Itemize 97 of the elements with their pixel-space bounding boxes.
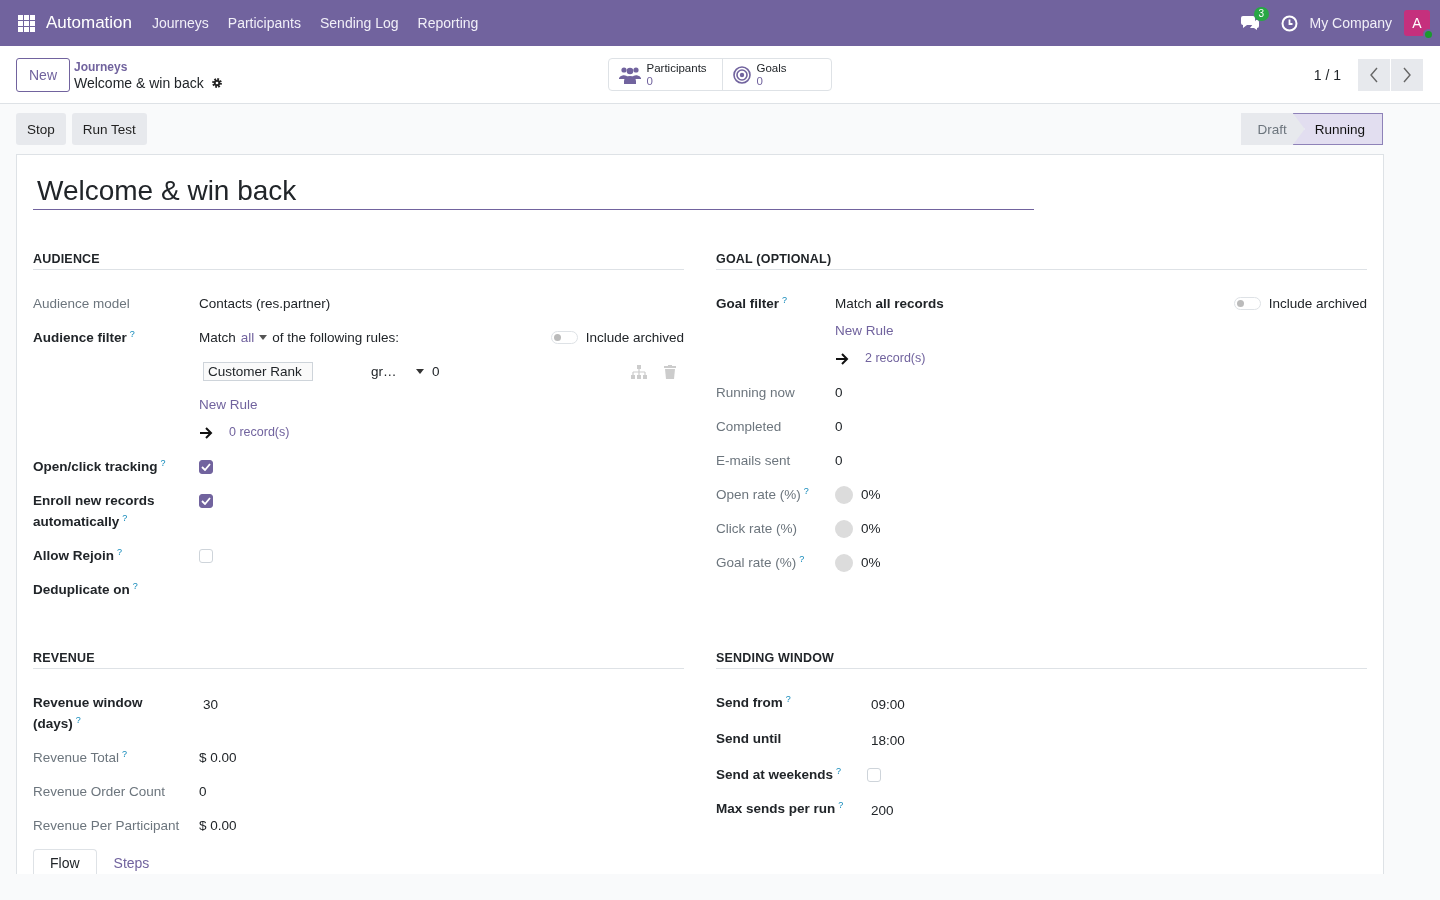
menu-item[interactable]: Reporting (417, 15, 479, 31)
field-label: Allow Rejoin $^{?}$ (33, 548, 123, 563)
progress-value: 0% (861, 486, 881, 504)
app-name[interactable]: Automation (46, 13, 132, 33)
toggle-switch[interactable] (1233, 297, 1261, 310)
target-icon (732, 65, 751, 84)
field-label: Goal filter $^{?}$ (716, 296, 789, 311)
field-label: Audience model (33, 296, 131, 311)
apps-menu-icon[interactable] (18, 14, 35, 32)
chevron-right-icon (1402, 66, 1412, 83)
menu-item[interactable]: Journeys (152, 15, 209, 31)
record-count-link[interactable]: 2 record(s) (865, 348, 926, 369)
field-label: Revenue Order Count (33, 784, 167, 799)
status-stage[interactable]: Draft (1241, 113, 1304, 145)
previous-button[interactable] (1358, 58, 1390, 91)
stat-button[interactable]: Goals 0 (721, 59, 831, 90)
pager-value: 1 / 1 (1313, 66, 1341, 83)
field-label: Revenue Per Participant (33, 818, 181, 833)
new-rule-link[interactable]: New Rule (835, 320, 1367, 341)
section-heading: AUDIENCE (33, 252, 684, 270)
progress-value: 0% (861, 554, 881, 572)
field-value: $ 0.00 (199, 750, 237, 765)
input-field[interactable]: 200 (871, 803, 894, 818)
input-field[interactable]: 30 (203, 697, 219, 712)
toggle-label: Include archived (1268, 295, 1367, 313)
field-label: Running now (716, 385, 796, 400)
field-label: Click rate (%) (716, 521, 798, 536)
section-heading: GOAL (OPTIONAL) (716, 252, 1367, 270)
match-text: of the following rules: (272, 329, 400, 347)
caret-down-icon (259, 335, 268, 340)
toggle-label: Include archived (585, 329, 684, 347)
record-count-link[interactable]: 0 record(s) (229, 422, 290, 443)
rule-value-field[interactable]: 0 (432, 361, 440, 382)
online-status-icon (1423, 29, 1434, 40)
menu-item[interactable]: Sending Log (319, 15, 399, 31)
section-heading: REVENUE (33, 651, 684, 669)
field-value: 0 (835, 419, 843, 434)
field-value: Contacts (res.partner) (199, 296, 331, 311)
delete-icon[interactable] (664, 364, 676, 379)
field-label: Enroll new records automatically $^{?}$ (33, 493, 155, 529)
toggle-switch[interactable] (550, 331, 578, 344)
new-button[interactable]: New (16, 57, 70, 92)
action-button[interactable]: Stop (16, 113, 66, 145)
field-label: Send at weekends $^{?}$ (716, 767, 843, 782)
notebook-tab[interactable]: Flow (33, 849, 97, 874)
clock-icon[interactable] (1280, 14, 1298, 32)
menu-item[interactable]: Participants (227, 15, 301, 31)
settings-icon[interactable] (210, 76, 223, 89)
people-icon (618, 65, 641, 84)
field-label: Deduplicate on $^{?}$ (33, 582, 139, 597)
match-text: Match all records (835, 295, 944, 313)
field-value: 0 (199, 784, 207, 799)
hierarchy-icon[interactable] (631, 364, 647, 379)
action-button[interactable]: Run Test (71, 113, 147, 145)
field-label: Audience filter $^{?}$ (33, 330, 136, 345)
section-heading: SENDING WINDOW (716, 651, 1367, 669)
match-dropdown[interactable]: all (240, 327, 268, 348)
field-label: Open/click tracking $^{?}$ (33, 459, 167, 474)
chat-icon[interactable] (1240, 15, 1259, 31)
progress-circle (835, 519, 853, 538)
match-text: Match (199, 329, 236, 347)
message-count-badge: 3 (1253, 7, 1270, 21)
user-avatar[interactable]: A (1404, 10, 1430, 36)
field-label: Max sends per run $^{?}$ (716, 801, 845, 816)
new-rule-link[interactable]: New Rule (199, 394, 684, 415)
field-label: Revenue window (days) $^{?}$ (33, 695, 143, 731)
arrow-right-icon (199, 426, 213, 439)
field-value: 0 (835, 453, 843, 468)
field-label: Completed (716, 419, 783, 434)
caret-down-icon (415, 369, 424, 374)
title-field[interactable]: Welcome & win back (33, 171, 1034, 210)
next-button[interactable] (1391, 58, 1423, 91)
progress-circle (835, 553, 853, 572)
status-stage[interactable]: Running (1292, 113, 1383, 145)
field-label: Revenue Total $^{?}$ (33, 750, 129, 765)
breadcrumb-link[interactable]: Journeys (74, 58, 223, 75)
arrow-right-icon (835, 352, 849, 365)
field-label: Open rate (%) $^{?}$ (716, 487, 810, 502)
checkbox[interactable] (199, 460, 213, 474)
chevron-left-icon (1369, 66, 1379, 83)
field-label: E-mails sent (716, 453, 792, 468)
progress-circle (835, 485, 853, 504)
field-value: 0 (835, 385, 843, 400)
field-label: Goal rate (%) $^{?}$ (716, 555, 806, 570)
notebook-tab[interactable]: Steps (96, 849, 167, 874)
input-field[interactable]: 09:00 (871, 697, 905, 712)
record-title: Welcome & win back (74, 74, 204, 91)
checkbox[interactable] (199, 494, 213, 508)
input-field[interactable]: 18:00 (871, 733, 905, 748)
operator-dropdown[interactable]: gr… (371, 361, 432, 382)
progress-value: 0% (861, 520, 881, 538)
field-label: Send until (716, 731, 783, 746)
rule-field-selector[interactable]: Customer Rank (203, 362, 313, 381)
company-switcher[interactable]: My Company (1309, 15, 1392, 31)
stat-button[interactable]: Participants 0 (608, 59, 722, 90)
field-label: Send from $^{?}$ (716, 695, 792, 710)
field-value: $ 0.00 (199, 818, 237, 833)
